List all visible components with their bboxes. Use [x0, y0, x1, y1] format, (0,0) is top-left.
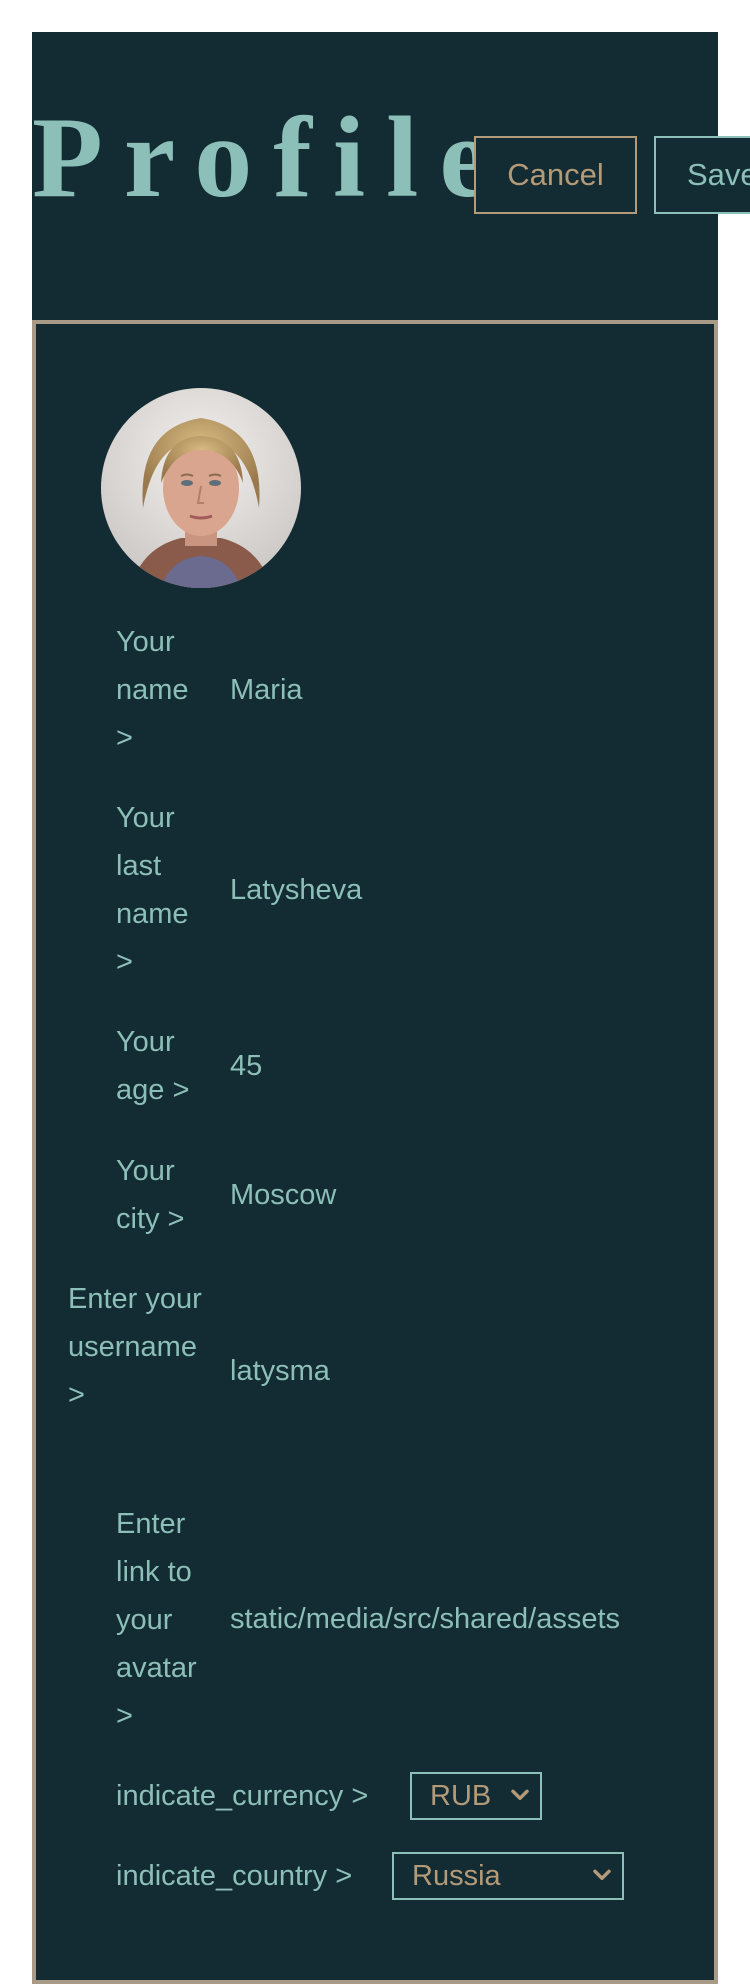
name-input[interactable]: Maria [230, 666, 303, 714]
cancel-button[interactable]: Cancel [474, 136, 637, 214]
country-selected: Russia [412, 1859, 501, 1892]
chevron-down-icon [593, 1869, 611, 1881]
country-select[interactable]: Russia [392, 1852, 624, 1900]
age-label: Your age > [116, 1026, 190, 1106]
chevron-down-icon [511, 1789, 529, 1801]
name-label: Your name > [116, 626, 189, 754]
currency-select[interactable]: RUB [410, 1772, 542, 1820]
country-label: indicate_country > [116, 1860, 353, 1892]
age-input[interactable]: 45 [230, 1042, 262, 1090]
avatar [101, 388, 301, 588]
page-title: Profile [32, 94, 512, 222]
username-input[interactable]: latysma [230, 1347, 330, 1395]
avatar-link-label: Enter link to your avatar > [116, 1508, 197, 1732]
city-label: Your city > [116, 1155, 185, 1235]
save-button[interactable]: Save [654, 136, 750, 214]
username-label: Enter your username > [68, 1283, 202, 1411]
currency-selected: RUB [430, 1779, 492, 1812]
last-name-label: Your last name > [116, 802, 189, 978]
currency-label: indicate_currency > [116, 1780, 369, 1812]
avatar-link-input[interactable]: static/media/src/shared/assets [230, 1595, 630, 1643]
profile-form: Your name > Maria Your last name > Latys… [32, 320, 718, 1984]
city-input[interactable]: Moscow [230, 1171, 336, 1219]
last-name-input[interactable]: Latysheva [230, 866, 362, 914]
avatar-photo [101, 388, 301, 588]
